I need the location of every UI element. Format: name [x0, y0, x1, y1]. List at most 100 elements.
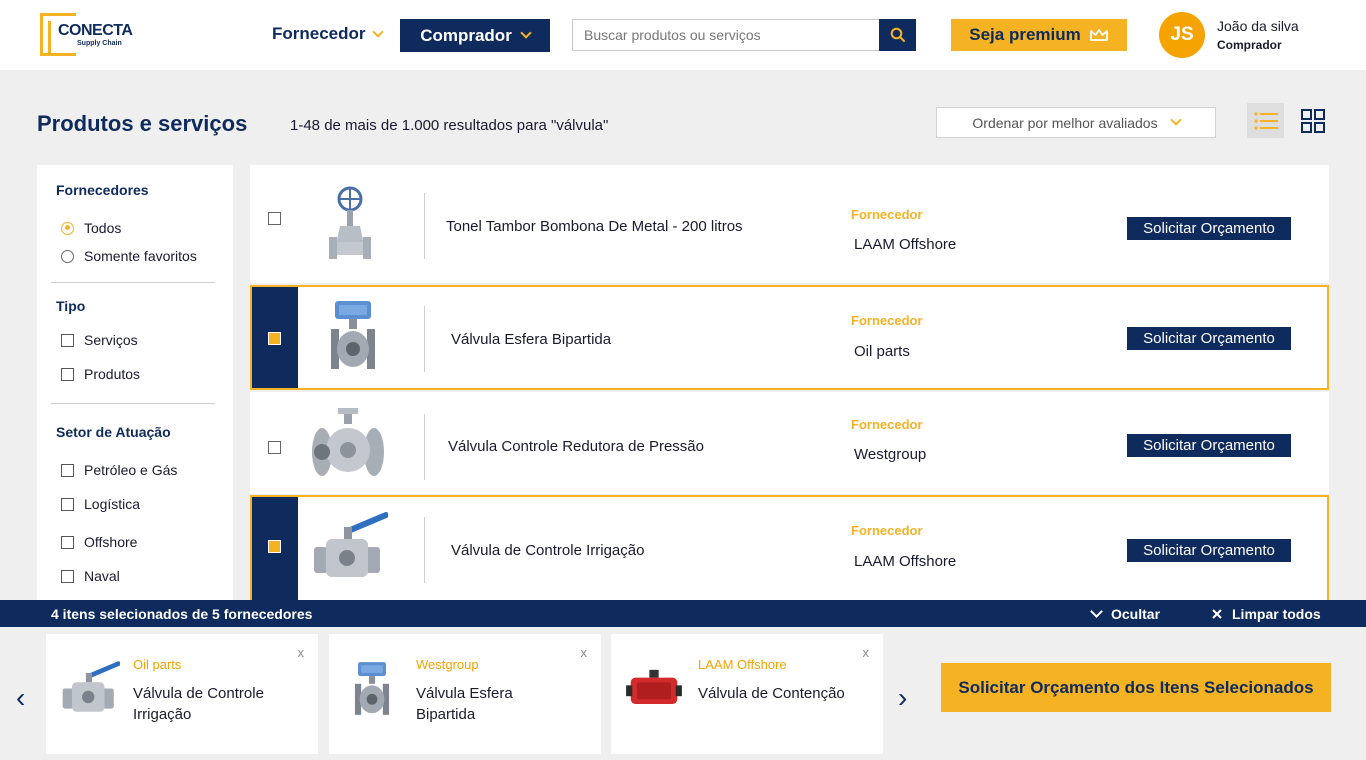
chevron-down-icon	[1090, 604, 1103, 618]
filter-option-label: Somente favoritos	[84, 248, 197, 264]
logo-name: CONECTA	[58, 22, 133, 39]
supplier-name[interactable]: Westgroup	[854, 446, 926, 463]
filter-option-favoritos[interactable]: Somente favoritos	[61, 248, 197, 264]
logo-tagline: Supply Chain	[77, 40, 122, 47]
card-supplier: Oil parts	[133, 657, 182, 672]
conecta-logo[interactable]: CONECTA Supply Chain	[40, 13, 136, 57]
filter-title-setor: Setor de Atuação	[56, 424, 171, 440]
avatar[interactable]: JS	[1159, 12, 1205, 58]
product-name[interactable]: Tonel Tambor Bombona De Metal - 200 litr…	[446, 218, 743, 235]
checkbox[interactable]	[61, 463, 74, 477]
chevron-left-icon[interactable]: ‹	[16, 682, 25, 714]
clear-all-label: Limpar todos	[1232, 606, 1321, 622]
premium-button[interactable]: Seja premium	[951, 19, 1127, 51]
row-checkbox-checked[interactable]	[268, 540, 281, 553]
request-quote-selected-button[interactable]: Solicitar Orçamento dos Itens Selecionad…	[941, 663, 1331, 712]
list-item: Válvula Controle Redutora de Pressão For…	[250, 392, 1329, 494]
row-checkbox[interactable]	[268, 212, 281, 225]
close-icon	[1212, 609, 1222, 619]
sort-dropdown[interactable]: Ordenar por melhor avaliados	[936, 107, 1216, 138]
remove-item-button[interactable]: x	[298, 645, 305, 660]
filter-option-label: Produtos	[84, 366, 141, 382]
selected-item-card: LAAM Offshore Válvula de Contenção x	[611, 634, 883, 754]
chevron-down-icon	[1169, 114, 1182, 126]
filter-option-naval[interactable]: Naval	[61, 568, 120, 584]
search-bar	[572, 19, 916, 51]
divider	[424, 414, 425, 480]
product-name[interactable]: Válvula Esfera Bipartida	[451, 331, 611, 348]
radio[interactable]	[61, 249, 74, 263]
list-view-icon	[1253, 111, 1278, 130]
list-item: Válvula de Controle Irrigação Fornecedor…	[250, 495, 1329, 600]
request-quote-button[interactable]: Solicitar Orçamento	[1127, 327, 1291, 350]
divider	[51, 403, 215, 404]
row-checkbox-checked[interactable]	[268, 332, 281, 345]
row-checkbox[interactable]	[268, 441, 281, 454]
checkbox[interactable]	[61, 569, 74, 583]
filter-option-label: Naval	[84, 568, 120, 584]
user-name[interactable]: João da silva	[1217, 18, 1299, 34]
chevron-right-icon[interactable]: ›	[898, 682, 907, 714]
divider	[51, 282, 215, 283]
checkbox[interactable]	[61, 535, 74, 549]
selected-item-card: Westgroup Válvula Esfera Bipartida x	[329, 634, 601, 754]
supplier-label: Fornecedor	[851, 523, 923, 538]
actuated-ball-valve-thumbnail	[331, 301, 375, 369]
selection-count: 4 itens selecionados de 5 fornecedores	[51, 606, 313, 622]
filter-option-offshore[interactable]: Offshore	[61, 534, 137, 550]
filter-option-servicos[interactable]: Serviços	[61, 332, 138, 348]
product-name[interactable]: Válvula de Controle Irrigação	[451, 542, 644, 559]
supplier-name[interactable]: Oil parts	[854, 343, 910, 360]
hide-selection-button[interactable]: Ocultar	[1090, 604, 1160, 622]
crown-icon	[1089, 29, 1108, 41]
divider	[424, 517, 425, 583]
filter-sidebar: Fornecedores Todos Somente favoritos Tip…	[37, 165, 233, 605]
search-button[interactable]	[879, 19, 916, 51]
card-supplier: Westgroup	[416, 657, 479, 672]
selection-bar: 4 itens selecionados de 5 fornecedores O…	[0, 600, 1366, 627]
filter-option-logistica[interactable]: Logística	[61, 496, 140, 512]
fornecedor-menu[interactable]: Fornecedor	[272, 24, 384, 44]
request-quote-button[interactable]: Solicitar Orçamento	[1127, 217, 1291, 240]
product-name[interactable]: Válvula Controle Redutora de Pressão	[448, 438, 704, 455]
grid-view-button[interactable]	[1294, 103, 1331, 138]
comprador-menu[interactable]: Comprador	[400, 19, 550, 52]
remove-item-button[interactable]: x	[581, 645, 588, 660]
card-product-name: Válvula Esfera Bipartida	[416, 685, 513, 723]
chevron-down-icon	[520, 27, 532, 39]
search-input[interactable]	[572, 19, 879, 51]
flanged-ball-valve-thumbnail	[312, 408, 384, 476]
logo-frame-inner	[48, 21, 54, 56]
user-role: Comprador	[1217, 38, 1282, 52]
chevron-down-icon	[371, 25, 384, 38]
card-product-name: Válvula de Controle Irrigação	[133, 685, 264, 723]
lever-ball-valve-thumbnail	[62, 661, 120, 712]
actuated-ball-valve-thumbnail	[354, 662, 390, 715]
filter-option-todos[interactable]: Todos	[61, 220, 121, 236]
checkbox[interactable]	[61, 367, 74, 381]
divider	[424, 193, 425, 259]
list-view-button[interactable]	[1247, 103, 1284, 138]
filter-option-label: Serviços	[84, 332, 138, 348]
results-summary: 1-48 de mais de 1.000 resultados para "v…	[290, 117, 609, 134]
supplier-label: Fornecedor	[851, 417, 923, 432]
radio-selected[interactable]	[61, 221, 74, 235]
filter-title-fornecedores: Fornecedores	[56, 182, 149, 198]
filter-option-petroleo[interactable]: Petróleo e Gás	[61, 462, 177, 478]
checkbox[interactable]	[61, 333, 74, 347]
card-supplier: LAAM Offshore	[698, 657, 787, 672]
supplier-name[interactable]: LAAM Offshore	[854, 236, 956, 253]
supplier-name[interactable]: LAAM Offshore	[854, 553, 956, 570]
filter-option-label: Logística	[84, 496, 141, 512]
request-quote-button[interactable]: Solicitar Orçamento	[1127, 539, 1291, 562]
clear-all-button[interactable]: Limpar todos	[1212, 606, 1321, 622]
request-quote-button[interactable]: Solicitar Orçamento	[1127, 434, 1291, 457]
filter-option-label: Offshore	[84, 534, 138, 550]
supplier-label: Fornecedor	[851, 207, 923, 222]
filter-option-produtos[interactable]: Produtos	[61, 366, 140, 382]
top-header: CONECTA Supply Chain Fornecedor Comprado…	[0, 0, 1366, 70]
checkbox[interactable]	[61, 497, 74, 511]
page-title: Produtos e serviços	[37, 111, 248, 136]
premium-label: Seja premium	[969, 25, 1081, 44]
remove-item-button[interactable]: x	[863, 645, 870, 660]
